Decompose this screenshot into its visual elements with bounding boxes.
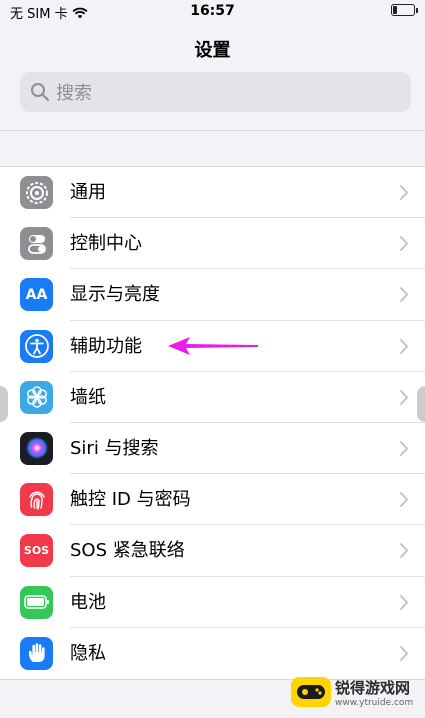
- settings-row-touch-id[interactable]: 触控 ID 与密码: [0, 474, 425, 526]
- header-divider: [0, 130, 425, 131]
- chevron-right-icon: [400, 594, 409, 610]
- left-edge-handle: [0, 386, 8, 422]
- watermark-sub: www.ytruide.com: [335, 697, 414, 708]
- chevron-right-icon: [400, 338, 409, 354]
- chevron-right-icon: [400, 543, 409, 559]
- display-icon-tile: AA: [20, 278, 53, 312]
- row-label: 电池: [70, 591, 106, 613]
- chevron-right-icon: [400, 236, 409, 252]
- watermark-logo-icon: [291, 677, 331, 707]
- settings-row-control-center[interactable]: 控制中心: [0, 218, 425, 270]
- toggles-icon: [27, 234, 46, 254]
- siri-icon: [25, 437, 48, 460]
- chevron-right-icon: [400, 645, 409, 661]
- sos-icon-tile: SOS: [20, 534, 53, 568]
- text-size-icon: AA: [25, 286, 48, 303]
- row-label: 显示与亮度: [70, 284, 160, 306]
- chevron-right-icon: [400, 185, 409, 200]
- row-label: 辅助功能: [70, 335, 142, 357]
- row-label: 隐私: [70, 642, 106, 664]
- search-icon: [31, 83, 50, 102]
- status-bar: 无 SIM 卡 16:57: [0, 0, 425, 22]
- row-label: 控制中心: [70, 233, 142, 255]
- annotation-arrow-icon: [168, 337, 258, 355]
- wallpaper-icon-tile: [20, 380, 53, 414]
- privacy-icon-tile: [20, 636, 53, 670]
- siri-icon-tile: [20, 431, 53, 465]
- watermark: 锐得游戏网 www.ytruide.com: [291, 670, 419, 714]
- battery-icon-tile: [20, 585, 53, 619]
- battery-fill: [393, 6, 397, 14]
- settings-row-display[interactable]: AA 显示与亮度: [0, 269, 425, 321]
- settings-row-sos[interactable]: SOS SOS 紧急联络: [0, 525, 425, 577]
- watermark-main: 锐得游戏网: [335, 678, 411, 697]
- search-placeholder: 搜索: [56, 83, 92, 104]
- hand-icon: [28, 643, 45, 663]
- control-center-icon-tile: [20, 227, 53, 261]
- settings-row-wallpaper[interactable]: 墙纸: [0, 372, 425, 423]
- flower-icon: [26, 386, 47, 408]
- page-title: 设置: [194, 40, 231, 61]
- row-label: 墙纸: [70, 386, 106, 408]
- status-time: 16:57: [190, 3, 235, 19]
- row-label: SOS 紧急联络: [70, 540, 185, 562]
- sos-icon: SOS: [23, 544, 50, 558]
- chevron-right-icon: [400, 492, 409, 508]
- battery-indicator: [391, 4, 418, 16]
- chevron-right-icon: [400, 389, 409, 405]
- settings-row-general[interactable]: 通用: [0, 167, 425, 219]
- touch-id-icon-tile: [20, 483, 53, 517]
- battery-icon: [23, 595, 49, 609]
- accessibility-icon-tile: [20, 329, 53, 363]
- row-label: Siri 与搜索: [70, 437, 159, 459]
- right-edge-handle: [417, 386, 425, 422]
- chevron-right-icon: [400, 287, 409, 303]
- row-label: 通用: [70, 182, 106, 203]
- settings-list: 通用 控制中心 AA 显示与亮度 辅助功能 墙纸 Siri 与搜索 触控 ID …: [0, 166, 425, 680]
- settings-row-battery[interactable]: 电池: [0, 577, 425, 628]
- fingerprint-icon: [28, 491, 45, 510]
- search-input[interactable]: 搜索: [20, 72, 411, 112]
- settings-row-siri[interactable]: Siri 与搜索: [0, 423, 425, 475]
- watermark-text: 锐得游戏网 www.ytruide.com: [335, 677, 413, 708]
- gear-icon: [25, 181, 48, 204]
- general-icon-tile: [20, 176, 53, 209]
- accessibility-icon: [24, 334, 49, 358]
- row-label: 触控 ID 与密码: [70, 489, 191, 511]
- chevron-right-icon: [400, 440, 409, 456]
